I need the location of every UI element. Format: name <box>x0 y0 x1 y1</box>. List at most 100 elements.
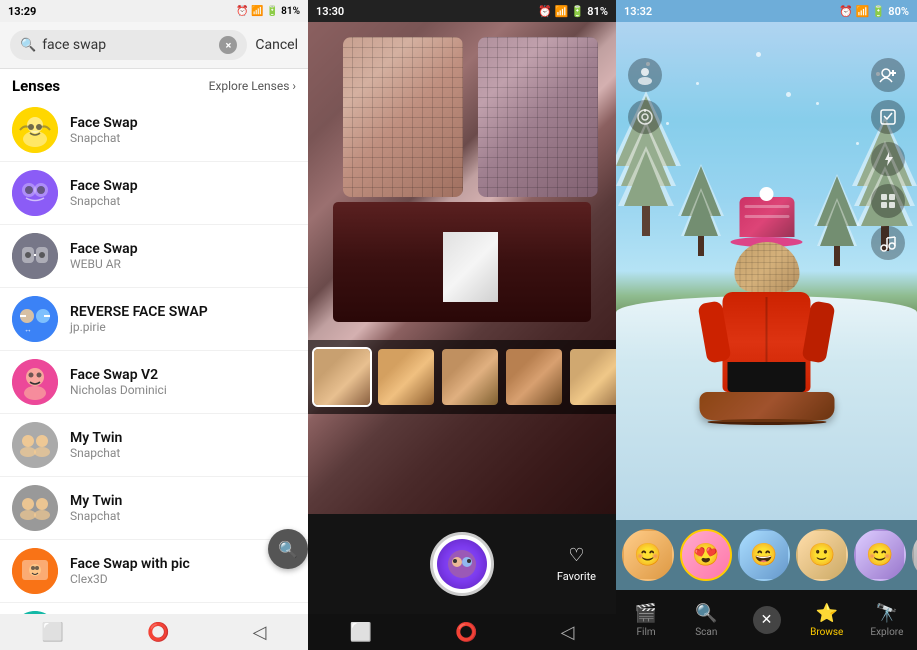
svg-text:↔: ↔ <box>24 325 32 334</box>
lens-avatar <box>12 107 58 153</box>
close-nav-item[interactable]: ✕ <box>736 606 796 634</box>
clear-search-button[interactable]: × <box>219 36 237 54</box>
favorite-button[interactable]: ♡ Favorite <box>557 545 596 583</box>
scan-nav-item[interactable]: 🔍 Scan <box>676 603 736 638</box>
shutter-inner <box>437 539 487 589</box>
face-thumb[interactable] <box>376 347 436 407</box>
lens-info: Face Swap with pic Clex3D <box>70 556 190 586</box>
search-fab-button[interactable]: 🔍 <box>268 529 308 569</box>
face-thumb[interactable] <box>312 347 372 407</box>
explore-label: Explore <box>870 627 903 638</box>
nav-home-icon[interactable]: ⭕ <box>147 622 169 643</box>
lens-author: Snapchat <box>70 194 138 208</box>
search-input-wrap[interactable]: 🔍 face swap × <box>10 30 247 60</box>
nav-back-icon[interactable]: ◁ <box>253 622 267 643</box>
lens-name: My Twin <box>70 493 122 509</box>
shutter-button[interactable] <box>430 532 494 596</box>
scan-label: Scan <box>695 627 717 638</box>
save-button[interactable] <box>871 100 905 134</box>
lens-info: My Twin Snapchat <box>70 430 122 460</box>
lenses-title: Lenses <box>12 77 60 95</box>
music-button[interactable] <box>871 226 905 260</box>
browse-label: Browse <box>810 627 843 638</box>
search-icon: 🔍 <box>20 38 36 53</box>
lens-item[interactable]: My Twin Snapchat <box>0 477 308 540</box>
lens-info: Face Swap V2 Nicholas Dominici <box>70 367 167 397</box>
film-nav-item[interactable]: 🎬 Film <box>616 603 676 638</box>
lens-name: Face Swap with pic <box>70 556 190 572</box>
lens-avatar <box>12 359 58 405</box>
lens-info: Face Swap Snapchat <box>70 115 138 145</box>
shutter-area: ♡ Favorite <box>308 514 616 614</box>
scan-icon: 🔍 <box>695 603 717 624</box>
close-icon: ✕ <box>753 606 781 634</box>
ar-face-thumb-selected[interactable]: 😍 <box>680 529 732 581</box>
lens-item[interactable]: Swappy Face Shashank Sahu <box>0 603 308 614</box>
status-bar-2: 13:30 ⏰ 📶 🔋 81% <box>308 0 616 22</box>
browse-nav-item[interactable]: ⭐ Browse <box>797 603 857 638</box>
face-thumb[interactable] <box>504 347 564 407</box>
lens-name: Face Swap <box>70 178 138 194</box>
lens-name: Face Swap <box>70 241 138 257</box>
scan-button[interactable] <box>628 100 662 134</box>
ar-bottom-nav: 🎬 Film 🔍 Scan ✕ ⭐ Browse 🔭 Explore <box>616 590 917 650</box>
face-selector-strip[interactable] <box>308 340 616 414</box>
status-icons-2: ⏰ 📶 🔋 81% <box>538 5 608 18</box>
nav-square-icon[interactable]: ⬜ <box>42 622 64 643</box>
lens-author: Clex3D <box>70 572 190 586</box>
ar-face-thumb[interactable]: 😊 <box>854 529 906 581</box>
nav-home-icon-2[interactable]: ⭕ <box>455 622 477 643</box>
nav-back-icon-2[interactable]: ◁ <box>561 622 575 643</box>
favorite-heart-icon: ♡ <box>568 545 584 566</box>
ar-controls <box>616 50 917 268</box>
lens-info: Face Swap Snapchat <box>70 178 138 208</box>
lens-item[interactable]: Face Swap WEBU AR <box>0 225 308 288</box>
ar-face-strip[interactable]: 😊 😍 😄 🙂 😊 😶 😁 <box>616 520 917 590</box>
ar-panel: 13:32 ⏰ 📶 🔋 80% <box>616 0 917 650</box>
lens-item[interactable]: Face Swap Snapchat <box>0 162 308 225</box>
nav-bar-1: ⬜ ⭕ ◁ <box>0 614 308 650</box>
explore-icon: 🔭 <box>876 603 898 624</box>
ar-face-thumb[interactable]: 😄 <box>738 529 790 581</box>
face-thumb[interactable] <box>440 347 500 407</box>
camera-panel: 13:30 ⏰ 📶 🔋 81% <box>308 0 616 650</box>
grid-button[interactable] <box>871 184 905 218</box>
ar-face-thumb[interactable]: 🙂 <box>796 529 848 581</box>
lens-info: My Twin Snapchat <box>70 493 122 523</box>
lens-author: Snapchat <box>70 131 138 145</box>
nav-square-icon-2[interactable]: ⬜ <box>350 622 372 643</box>
cancel-button[interactable]: Cancel <box>255 37 298 53</box>
lens-avatar <box>12 422 58 468</box>
body-jacket <box>723 292 811 392</box>
flash-button[interactable] <box>871 142 905 176</box>
browse-icon: ⭐ <box>816 603 838 624</box>
lens-info: REVERSE FACE SWAP jp.pirie <box>70 304 208 334</box>
lens-name: Face Swap <box>70 115 138 131</box>
search-panel: 13:29 ⏰ 📶 🔋 81% 🔍 face swap × Cancel Len… <box>0 0 308 650</box>
time-1: 13:29 <box>8 5 36 18</box>
ar-face-thumb[interactable]: 😶 <box>912 529 917 581</box>
lens-name: REVERSE FACE SWAP <box>70 304 208 320</box>
profile-button[interactable] <box>628 58 662 92</box>
face-thumb[interactable] <box>568 347 616 407</box>
lens-name: Face Swap V2 <box>70 367 167 383</box>
lens-author: jp.pirie <box>70 320 208 334</box>
lens-item[interactable]: Face Swap Snapchat <box>0 99 308 162</box>
add-friend-button[interactable] <box>871 58 905 92</box>
lens-item[interactable]: Face Swap with pic Clex3D <box>0 540 308 603</box>
status-bar-1: 13:29 ⏰ 📶 🔋 81% <box>0 0 308 22</box>
lens-item[interactable]: Face Swap V2 Nicholas Dominici <box>0 351 308 414</box>
lens-avatar: ↔ <box>12 296 58 342</box>
ar-left-controls <box>628 58 662 134</box>
explore-lenses-link[interactable]: Explore Lenses <box>209 79 296 93</box>
lenses-header: Lenses Explore Lenses <box>0 69 308 99</box>
ar-face-thumb[interactable]: 😊 <box>622 529 674 581</box>
status-bar-3: 13:32 ⏰ 📶 🔋 80% <box>616 0 917 22</box>
lens-item[interactable]: My Twin Snapchat <box>0 414 308 477</box>
explore-nav-item[interactable]: 🔭 Explore <box>857 603 917 638</box>
film-label: Film <box>637 627 656 638</box>
search-bar: 🔍 face swap × Cancel <box>0 22 308 69</box>
search-text: face swap <box>42 37 213 53</box>
lens-item[interactable]: ↔ REVERSE FACE SWAP jp.pirie <box>0 288 308 351</box>
lens-name: My Twin <box>70 430 122 446</box>
